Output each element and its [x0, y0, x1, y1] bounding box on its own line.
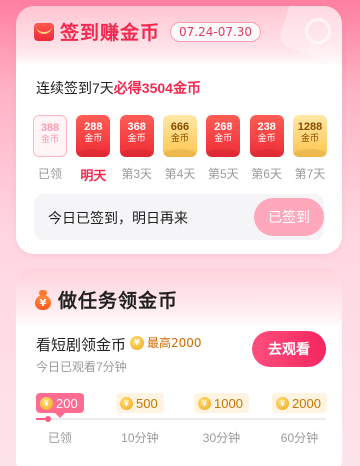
day-label: 第6天	[251, 167, 282, 181]
day-label: 第3天	[121, 167, 152, 181]
packet-unit: 金币	[300, 134, 319, 144]
packet-unit: 金币	[257, 134, 276, 144]
streak-highlight: 必得3504金币	[113, 80, 201, 96]
milestone-label: 60分钟	[280, 431, 319, 445]
day-label: 第5天	[207, 167, 239, 181]
checkin-header: 签到赚金币 07.24-07.30	[34, 18, 262, 45]
checkin-status-text: 今日已签到，明日再来	[48, 210, 188, 226]
packet-unit: 金币	[214, 134, 233, 144]
packet-amount: 288	[84, 121, 103, 133]
max-reward-text: 最高2000	[147, 336, 202, 350]
milestone-2[interactable]: ¥ 1000 30分钟	[194, 393, 249, 446]
date-range-badge: 07.24-07.30	[170, 21, 262, 42]
packet-unit: 金币	[84, 134, 103, 144]
streak-prefix: 连续签到7天	[36, 80, 114, 96]
signed-in-button[interactable]: 已签到	[254, 198, 324, 236]
checkin-day-2: 288 金币 明天	[75, 115, 111, 184]
packet-amount: 238	[257, 121, 276, 133]
decorative-envelope-icon	[277, 6, 342, 66]
checkin-day-4: 666 金币 第4天	[162, 115, 198, 184]
max-reward-badge: ¥ 最高2000	[130, 334, 202, 351]
coin-icon: ¥	[130, 335, 144, 350]
milestone-reward: ¥ 200	[36, 393, 84, 418]
milestone-reward-value: 2000	[292, 395, 321, 411]
checkin-day-3: 368 金币 第3天	[119, 115, 155, 184]
gold-packet: 1288 金币	[292, 115, 327, 157]
checkin-status-bar: 今日已签到，明日再来 已签到	[34, 194, 324, 240]
checkin-day-1: 388 金币 已领	[32, 115, 68, 184]
task-title: 做任务领金币	[58, 291, 179, 312]
watch-progress-text: 今日已观看7分钟	[36, 360, 127, 374]
milestone-3[interactable]: ¥ 2000 60分钟	[272, 393, 327, 446]
task-card: 做任务领金币 看短剧领金币 ¥ 最高2000 今日已观看7分钟 去观看 ¥ 20…	[16, 268, 342, 466]
day-label: 第7天	[294, 167, 326, 181]
coin-icon: ¥	[40, 396, 53, 410]
packet-unit: 金币	[170, 134, 189, 144]
red-packet: 288 金币	[76, 115, 111, 157]
red-packet: 238 金币	[249, 115, 284, 157]
milestone-label: 10分钟	[121, 431, 159, 445]
packet-amount: 368	[127, 121, 146, 133]
packet-amount: 268	[214, 121, 233, 133]
packet-unit: 金币	[127, 134, 146, 144]
milestone-label: 已领	[47, 431, 72, 445]
red-envelope-icon	[34, 22, 54, 41]
day-label: 第4天	[164, 167, 196, 181]
day-label: 已领	[37, 167, 62, 181]
packet-amount: 1288	[297, 121, 323, 133]
milestone-label: 30分钟	[202, 431, 241, 445]
day-label: 明天	[80, 168, 107, 183]
checkin-days-row: 388 金币 已领 288 金币 明天 368 金币 第3天 666 金币 第4…	[32, 115, 328, 184]
money-bag-icon	[34, 289, 52, 310]
packet-unit: 金币	[40, 135, 59, 145]
coin-icon: ¥	[198, 396, 211, 410]
milestone-reward: ¥ 1000	[194, 393, 249, 413]
red-packet: 368 金币	[119, 115, 154, 157]
gold-packet: 666 金币	[162, 115, 197, 157]
packet-amount: 388	[40, 122, 60, 134]
milestone-reward: ¥ 500	[116, 393, 164, 413]
milestone-reward-value: 200	[56, 395, 78, 411]
coin-icon: ¥	[276, 396, 289, 410]
checkin-title: 签到赚金币	[60, 23, 161, 44]
milestone-reward-value: 1000	[214, 395, 243, 411]
checkin-day-7: 1288 金币 第7天	[292, 115, 328, 184]
checkin-day-6: 238 金币 第6天	[249, 115, 285, 184]
checkin-card: 签到赚金币 07.24-07.30 连续签到7天必得3504金币 388 金币 …	[16, 6, 342, 254]
streak-reward-text: 连续签到7天必得3504金币	[36, 78, 201, 98]
watch-task-name: 看短剧领金币	[36, 337, 127, 354]
milestone-0[interactable]: ¥ 200 已领	[36, 393, 84, 446]
milestone-reward: ¥ 2000	[272, 393, 327, 413]
packet-amount: 666	[170, 121, 190, 133]
red-packet: 388 金币	[33, 115, 67, 157]
go-watch-button[interactable]: 去观看	[252, 331, 326, 367]
task-header: 做任务领金币	[34, 286, 178, 313]
milestone-1[interactable]: ¥ 500 10分钟	[116, 393, 164, 446]
milestone-reward-value: 500	[136, 395, 158, 411]
red-packet: 268 金币	[206, 115, 241, 157]
coin-icon: ¥	[120, 396, 133, 410]
checkin-day-5: 268 金币 第5天	[205, 115, 241, 184]
